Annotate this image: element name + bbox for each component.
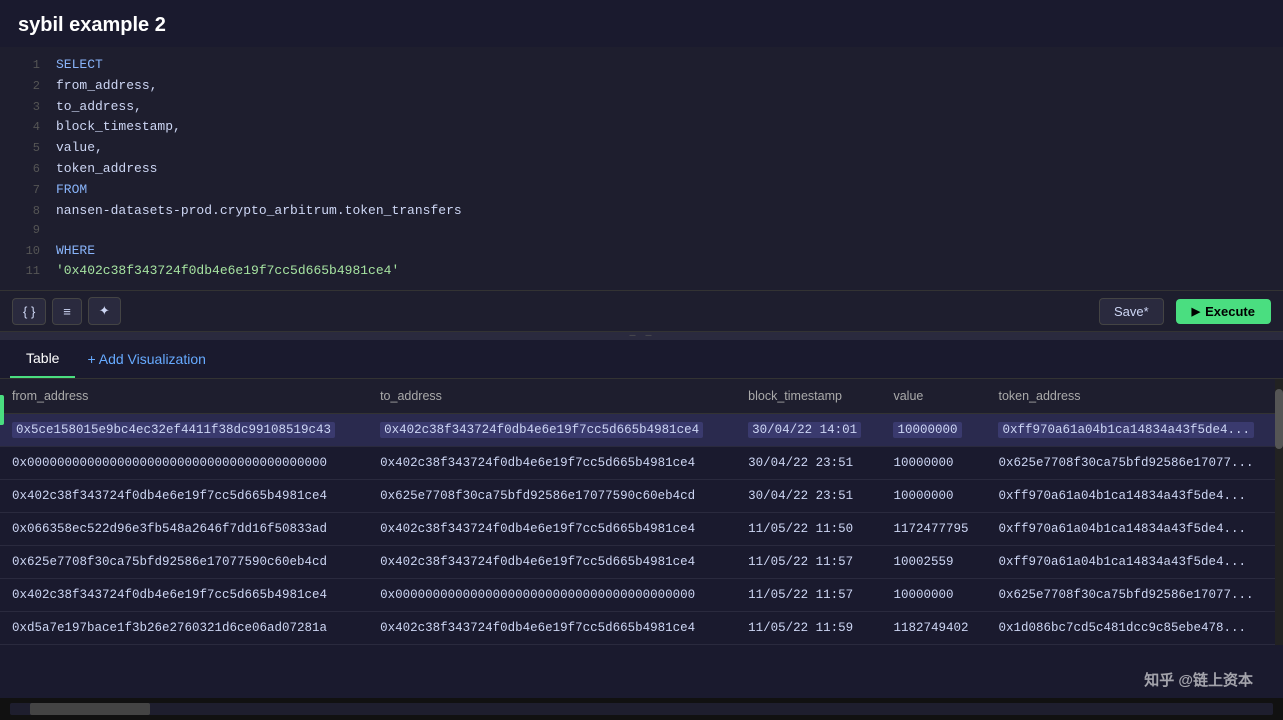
cell-token_address: 0x625e7708f30ca75bfd92586e17077... (986, 447, 1283, 480)
table-row[interactable]: 0x066358ec522d96e3fb548a2646f7dd16f50833… (0, 513, 1283, 546)
column-header-to_address: to_address (368, 379, 736, 414)
row-indicator (0, 395, 4, 425)
watermark: 知乎 @链上资本 (1144, 669, 1253, 690)
cell-to_address: 0x00000000000000000000000000000000000000… (368, 579, 736, 612)
cell-from_address: 0x402c38f343724f0db4e6e19f7cc5d665b4981c… (0, 579, 368, 612)
bottom-bar (0, 698, 1283, 720)
resize-handle[interactable]: — — (0, 332, 1283, 340)
cell-block_timestamp: 30/04/22 23:51 (736, 447, 881, 480)
toolbar: { } ≡ ✦ Save* Execute (0, 291, 1283, 332)
code-line: 9 (0, 221, 1283, 240)
code-line: 1SELECT (0, 55, 1283, 76)
column-header-value: value (881, 379, 986, 414)
cell-token_address: 0xff970a61a04b1ca14834a43f5de4... (986, 513, 1283, 546)
page-title: sybil example 2 (0, 0, 1283, 47)
data-table-container[interactable]: from_addressto_addressblock_timestampval… (0, 379, 1283, 645)
cell-value: 10000000 (881, 579, 986, 612)
cell-to_address: 0x402c38f343724f0db4e6e19f7cc5d665b4981c… (368, 546, 736, 579)
save-button[interactable]: Save* (1099, 298, 1164, 325)
cell-from_address: 0x402c38f343724f0db4e6e19f7cc5d665b4981c… (0, 480, 368, 513)
results-section: Table + Add Visualization from_addressto… (0, 340, 1283, 645)
cell-block_timestamp: 11/05/22 11:57 (736, 546, 881, 579)
cell-from_address: 0x5ce158015e9bc4ec32ef4411f38dc99108519c… (0, 414, 368, 447)
cell-token_address: 0xff970a61a04b1ca14834a43f5de4... (986, 546, 1283, 579)
column-header-from_address: from_address (0, 379, 368, 414)
table-row[interactable]: 0x402c38f343724f0db4e6e19f7cc5d665b4981c… (0, 480, 1283, 513)
cell-token_address: 0x625e7708f30ca75bfd92586e17077... (986, 579, 1283, 612)
table-row[interactable]: 0x402c38f343724f0db4e6e19f7cc5d665b4981c… (0, 579, 1283, 612)
cell-from_address: 0x066358ec522d96e3fb548a2646f7dd16f50833… (0, 513, 368, 546)
cell-value: 1172477795 (881, 513, 986, 546)
cell-value: 10000000 (881, 480, 986, 513)
scrollbar-thumb[interactable] (1275, 389, 1283, 449)
execute-button[interactable]: Execute (1176, 299, 1271, 324)
code-line: 4 block_timestamp, (0, 117, 1283, 138)
cell-block_timestamp: 11/05/22 11:57 (736, 579, 881, 612)
table-row[interactable]: 0x5ce158015e9bc4ec32ef4411f38dc99108519c… (0, 414, 1283, 447)
code-line: 2 from_address, (0, 76, 1283, 97)
editor-area: 1SELECT2 from_address,3 to_address,4 blo… (0, 47, 1283, 291)
cell-token_address: 0x1d086bc7cd5c481dcc9c85ebe478... (986, 612, 1283, 645)
column-header-token_address: token_address (986, 379, 1283, 414)
code-line: 6 token_address (0, 159, 1283, 180)
tab-table[interactable]: Table (10, 340, 75, 378)
code-line: 7FROM (0, 180, 1283, 201)
cell-block_timestamp: 11/05/22 11:59 (736, 612, 881, 645)
vertical-scrollbar[interactable] (1275, 379, 1283, 645)
cell-to_address: 0x402c38f343724f0db4e6e19f7cc5d665b4981c… (368, 414, 736, 447)
code-line: 10WHERE (0, 241, 1283, 262)
code-line: 3 to_address, (0, 97, 1283, 118)
cell-to_address: 0x402c38f343724f0db4e6e19f7cc5d665b4981c… (368, 447, 736, 480)
code-line: 8 nansen-datasets-prod.crypto_arbitrum.t… (0, 201, 1283, 222)
add-visualization-button[interactable]: + Add Visualization (75, 341, 217, 377)
code-block: 1SELECT2 from_address,3 to_address,4 blo… (0, 47, 1283, 290)
star-button[interactable]: ✦ (88, 297, 121, 325)
cell-block_timestamp: 30/04/22 23:51 (736, 480, 881, 513)
code-line: 5 value, (0, 138, 1283, 159)
cell-value: 10002559 (881, 546, 986, 579)
cell-token_address: 0xff970a61a04b1ca14834a43f5de4... (986, 480, 1283, 513)
table-row[interactable]: 0x625e7708f30ca75bfd92586e17077590c60eb4… (0, 546, 1283, 579)
data-table: from_addressto_addressblock_timestampval… (0, 379, 1283, 645)
horizontal-scrollbar[interactable] (10, 703, 1273, 715)
cell-value: 1182749402 (881, 612, 986, 645)
cell-block_timestamp: 11/05/22 11:50 (736, 513, 881, 546)
cell-block_timestamp: 30/04/22 14:01 (736, 414, 881, 447)
horizontal-scroll-thumb[interactable] (30, 703, 150, 715)
cell-value: 10000000 (881, 447, 986, 480)
cell-token_address: 0xff970a61a04b1ca14834a43f5de4... (986, 414, 1283, 447)
code-line: 11 '0x402c38f343724f0db4e6e19f7cc5d665b4… (0, 261, 1283, 282)
tab-bar: Table + Add Visualization (0, 340, 1283, 379)
table-view-button[interactable]: ≡ (52, 298, 82, 325)
cell-value: 10000000 (881, 414, 986, 447)
cell-from_address: 0x00000000000000000000000000000000000000… (0, 447, 368, 480)
cell-from_address: 0xd5a7e197bace1f3b26e2760321d6ce06ad0728… (0, 612, 368, 645)
column-header-block_timestamp: block_timestamp (736, 379, 881, 414)
cell-to_address: 0x402c38f343724f0db4e6e19f7cc5d665b4981c… (368, 513, 736, 546)
cell-to_address: 0x625e7708f30ca75bfd92586e17077590c60eb4… (368, 480, 736, 513)
json-view-button[interactable]: { } (12, 298, 46, 325)
cell-to_address: 0x402c38f343724f0db4e6e19f7cc5d665b4981c… (368, 612, 736, 645)
cell-from_address: 0x625e7708f30ca75bfd92586e17077590c60eb4… (0, 546, 368, 579)
table-row[interactable]: 0xd5a7e197bace1f3b26e2760321d6ce06ad0728… (0, 612, 1283, 645)
table-row[interactable]: 0x00000000000000000000000000000000000000… (0, 447, 1283, 480)
